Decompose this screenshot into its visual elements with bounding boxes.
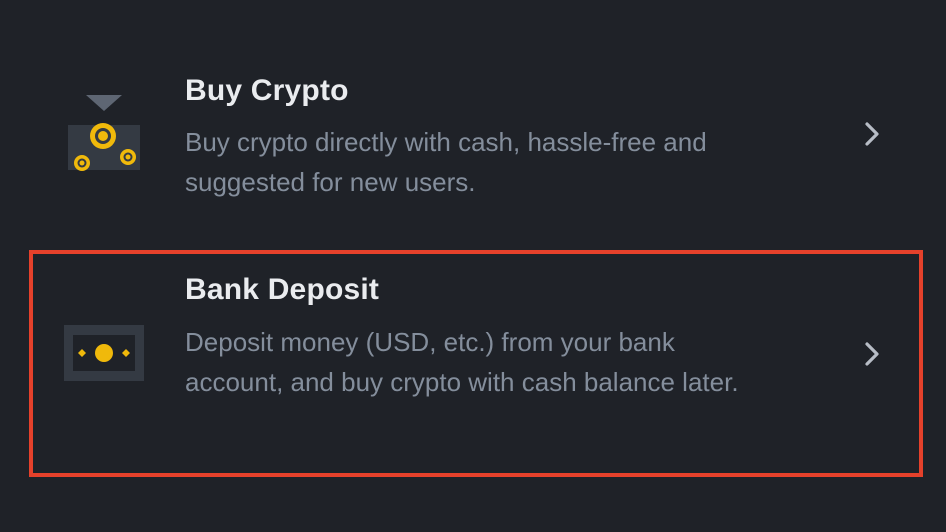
bank-deposit-option[interactable]: Bank Deposit Deposit money (USD, etc.) f… <box>0 255 946 475</box>
bank-deposit-title: Bank Deposit <box>185 273 380 306</box>
banknote-icon <box>64 325 146 383</box>
chevron-right-icon[interactable] <box>860 339 884 369</box>
buy-crypto-option[interactable]: Buy Crypto Buy crypto directly with cash… <box>0 60 946 210</box>
chevron-right-icon[interactable] <box>860 119 884 149</box>
buy-crypto-description: Buy crypto directly with cash, hassle-fr… <box>185 127 707 197</box>
buy-crypto-coins-icon <box>66 93 142 175</box>
bank-deposit-description: Deposit money (USD, etc.) from your bank… <box>185 327 739 397</box>
buy-crypto-title: Buy Crypto <box>185 74 349 107</box>
